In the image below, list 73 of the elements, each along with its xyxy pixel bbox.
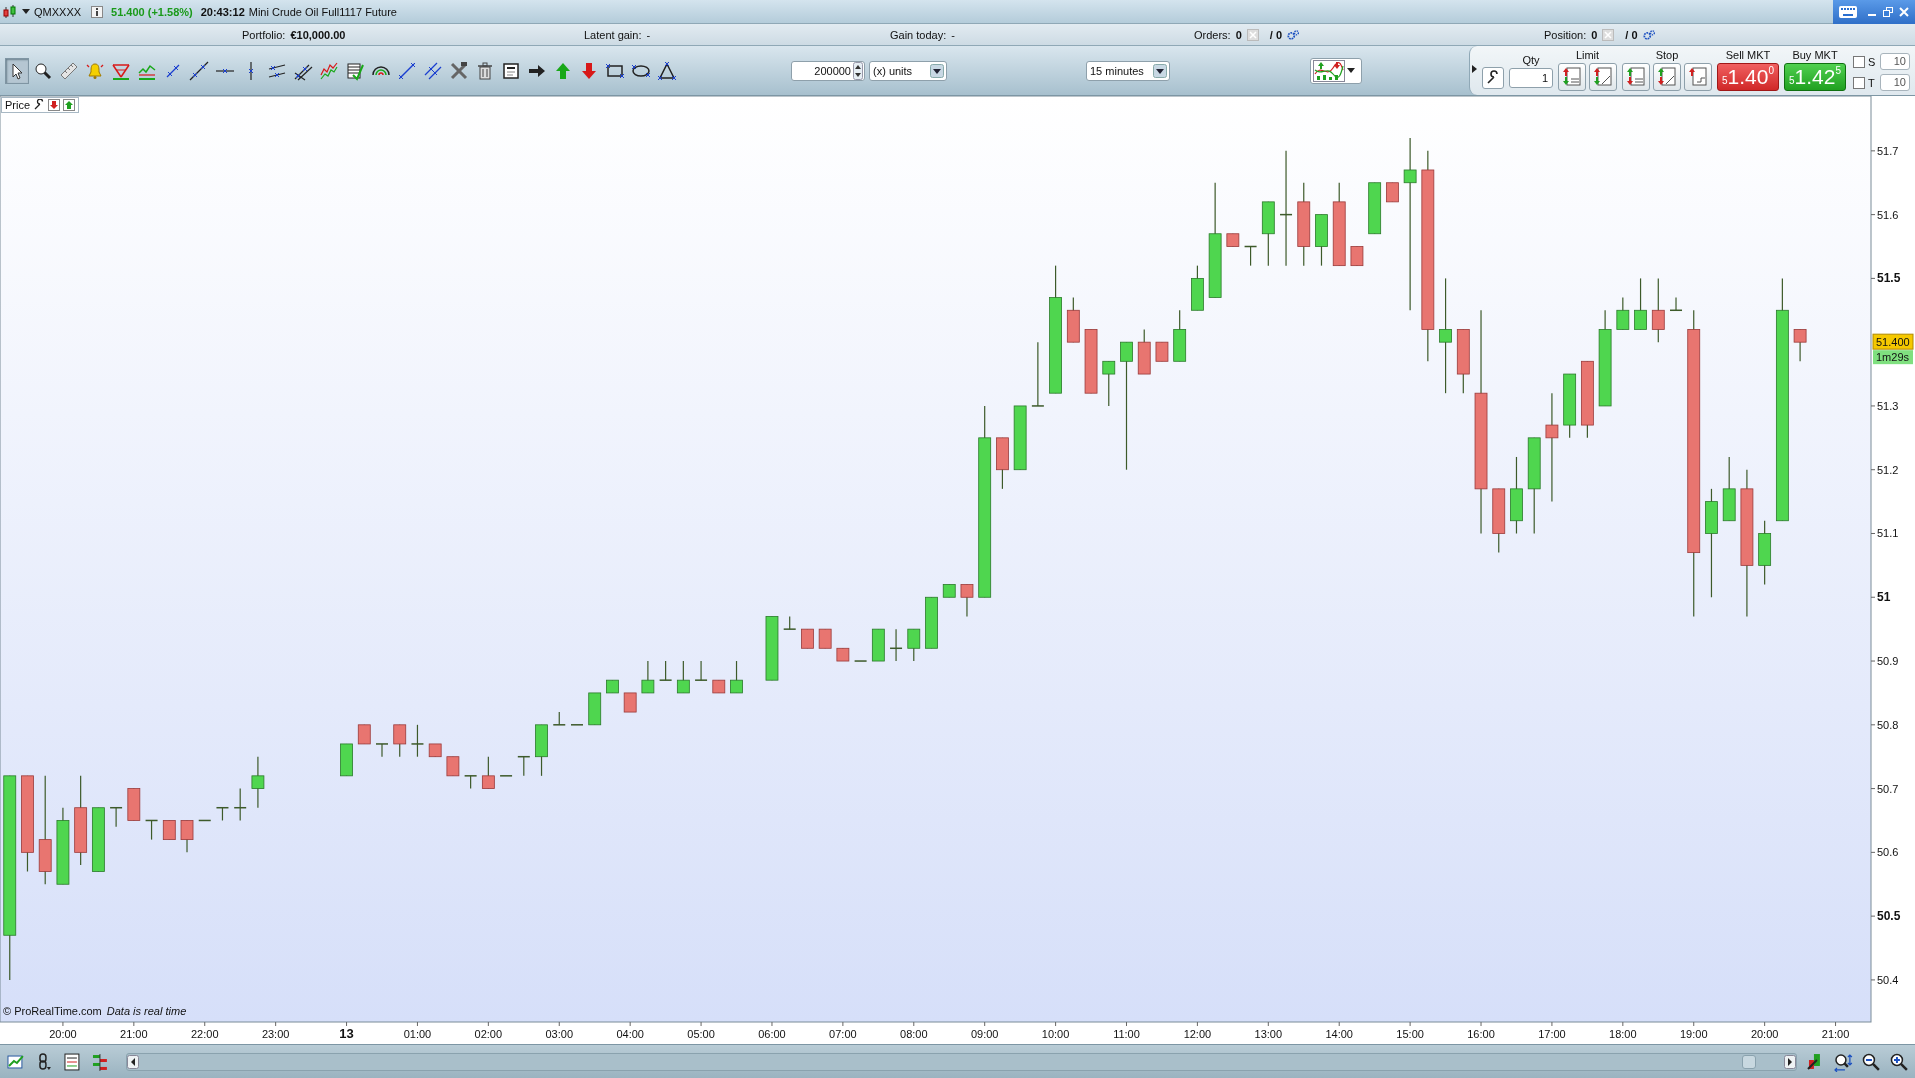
axis-label: 14:00 (1325, 1028, 1353, 1040)
sell-label: Sell MKT (1725, 49, 1771, 61)
stop-label: Stop (1655, 49, 1679, 61)
axis-label: 21:00 (120, 1028, 148, 1040)
instrument-name: Mini Crude Oil Full1117 Future (248, 5, 397, 18)
axis-label: 09:00 (970, 1028, 999, 1040)
legend-label: Price (5, 99, 31, 111)
axis-label: 17:00 (1538, 1028, 1566, 1040)
symbol-label: QMXXXX (34, 5, 82, 18)
orders-value: 0 (1235, 28, 1242, 41)
units-dropdown[interactable]: (x) units (869, 60, 947, 81)
portfolio-value: €10,000.00 (290, 28, 346, 41)
axis-label: 11:00 (1113, 1028, 1140, 1040)
buy-label: Buy MKT (1792, 49, 1838, 61)
price-tag: 51.400 (1872, 333, 1914, 350)
axis-label: 20:00 (1750, 1028, 1779, 1040)
axis-label: 08:00 (900, 1028, 928, 1040)
price-change: 51.400 (+1.58%) (111, 5, 193, 18)
axis-label: 51.3 (1877, 399, 1899, 412)
option-label: T (1868, 76, 1876, 89)
axis-label: 18:00 (1609, 1028, 1637, 1040)
data-notice: Data is real time (106, 1005, 187, 1017)
limit-label: Limit (1575, 49, 1600, 61)
axis-label: 19:00 (1679, 1028, 1708, 1040)
axis-label: 50.9 (1877, 655, 1899, 668)
axis-label: 21:00 (1821, 1028, 1850, 1040)
axis-label: 06:00 (758, 1028, 786, 1040)
option-label: S (1868, 55, 1877, 68)
axis-label: 51.1 (1877, 527, 1899, 540)
latent-gain-value: - (646, 28, 651, 41)
latent-gain-label: Latent gain: (584, 28, 642, 41)
qty-label: Qty (1522, 54, 1540, 66)
position-label: Position: (1544, 28, 1587, 41)
axis-label: 50.4 (1877, 973, 1899, 986)
axis-label: 07:00 (829, 1028, 857, 1040)
axis-label: 20:00 (49, 1028, 77, 1040)
quantity-spinbox[interactable]: 200000 (791, 60, 865, 81)
axis-label: 51.5 (1877, 271, 1901, 286)
axis-label: 51.2 (1877, 463, 1899, 476)
interval-dropdown[interactable]: 15 minutes (1086, 60, 1170, 81)
axis-label: 03:00 (545, 1028, 574, 1040)
axis-label: 50.5 (1877, 909, 1901, 924)
axis-label: 01:00 (403, 1028, 432, 1040)
orders-label: Orders: (1194, 28, 1231, 41)
axis-label: 51 (1877, 590, 1891, 605)
axis-label: 15:00 (1396, 1028, 1424, 1040)
axis-label: 51.7 (1877, 144, 1899, 157)
position-value: 0 (1591, 28, 1598, 41)
axis-label: 13:00 (1254, 1028, 1283, 1040)
axis-label: 51.6 (1877, 208, 1899, 221)
axis-label: 13 (339, 1026, 354, 1041)
axis-label: 04:00 (616, 1028, 644, 1040)
clock-time: 20:43:12 (200, 5, 245, 18)
axis-label: 12:00 (1183, 1028, 1212, 1040)
copyright-text: © ProRealTime.com (3, 1005, 102, 1017)
portfolio-label: Portfolio: (242, 28, 286, 41)
gain-today-value: - (951, 28, 955, 41)
option-field[interactable]: 10 (1880, 53, 1910, 70)
axis-label: 50.7 (1877, 782, 1899, 795)
axis-label: 22:00 (190, 1028, 219, 1040)
option-field[interactable]: 10 (1880, 74, 1910, 91)
axis-label: 23:00 (261, 1028, 290, 1040)
position-total: / 0 (1625, 28, 1638, 41)
qty-field[interactable]: 1 (1509, 68, 1553, 88)
gain-today-label: Gain today: (890, 28, 947, 41)
axis-label: 16:00 (1467, 1028, 1495, 1040)
orders-total: / 0 (1269, 28, 1283, 41)
axis-label: 10:00 (1041, 1028, 1070, 1040)
axis-label: 02:00 (474, 1028, 503, 1040)
axis-label: 50.8 (1877, 718, 1899, 731)
countdown-tag: 1m29s (1873, 350, 1913, 365)
axis-label: 05:00 (687, 1028, 715, 1040)
axis-label: 50.6 (1877, 846, 1899, 859)
